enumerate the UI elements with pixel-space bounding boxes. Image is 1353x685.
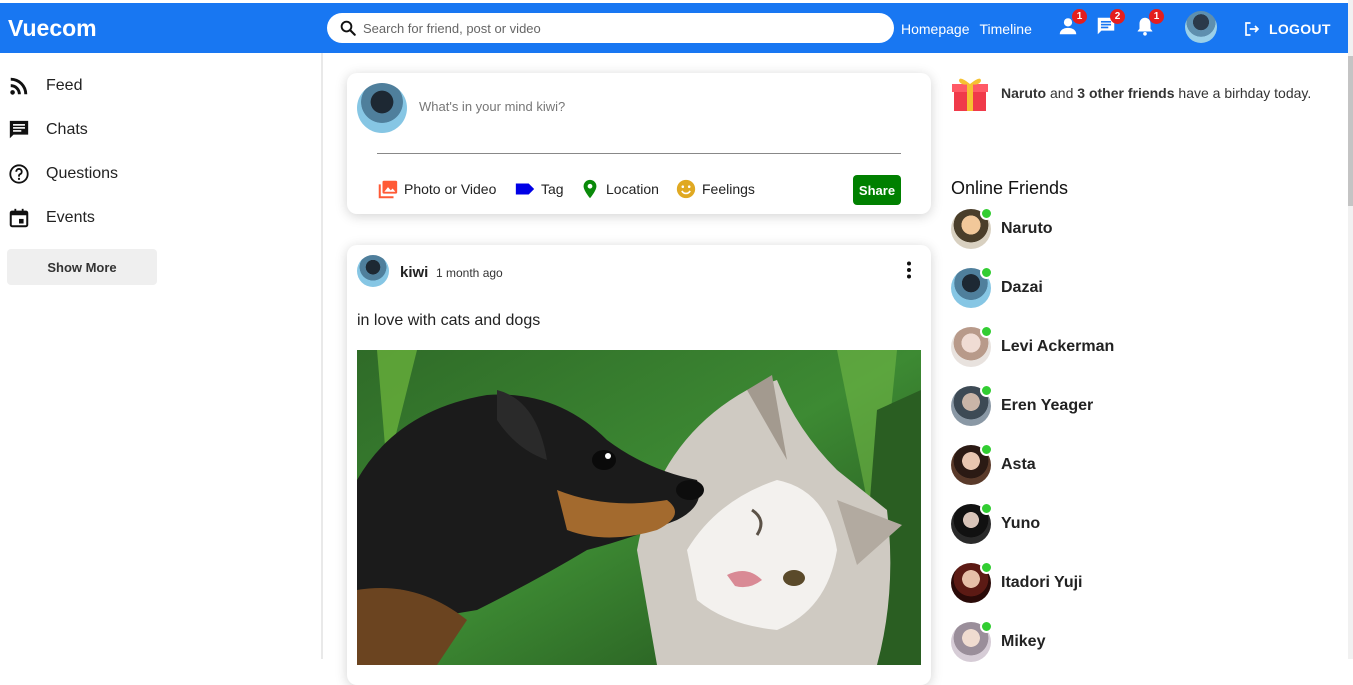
online-indicator: [980, 561, 993, 574]
tag-icon: [515, 183, 535, 195]
status-input[interactable]: [419, 99, 899, 114]
option-label: Tag: [541, 181, 564, 197]
online-friend[interactable]: Eren Yeager: [951, 384, 1094, 426]
friend-requests-badge: 1: [1072, 9, 1087, 24]
post-timestamp: 1 month ago: [436, 266, 503, 280]
smiley-icon: [676, 179, 696, 199]
online-indicator: [980, 443, 993, 456]
feelings-option[interactable]: Feelings: [675, 178, 755, 200]
messages-badge: 2: [1110, 9, 1125, 24]
avatar: [357, 83, 407, 133]
puppy-kitten-photo: [357, 350, 921, 665]
avatar: [951, 325, 993, 367]
left-sidebar: Feed Chats Questions Events Show More: [0, 53, 323, 659]
notifications-button[interactable]: 1: [1134, 9, 1164, 39]
post-text: in love with cats and dogs: [357, 312, 541, 329]
avatar: [951, 384, 993, 426]
divider: [377, 153, 901, 154]
location-option[interactable]: Location: [579, 178, 659, 200]
birthday-notice: Naruto and 3 other friends have a birhda…: [951, 73, 1311, 113]
photo-video-option[interactable]: Photo or Video: [377, 178, 496, 200]
scrollbar-thumb[interactable]: [1348, 56, 1353, 206]
avatar: [951, 266, 993, 308]
friend-name: Mikey: [1001, 633, 1046, 650]
sidebar-item-label: Questions: [46, 165, 119, 182]
online-indicator: [980, 502, 993, 515]
online-indicator: [980, 207, 993, 220]
friend-name: Yuno: [1001, 515, 1041, 532]
friend-name: Itadori Yuji: [1001, 574, 1083, 591]
online-friend[interactable]: Asta: [951, 443, 1036, 485]
online-indicator: [980, 384, 993, 397]
birthday-name[interactable]: Naruto: [1001, 85, 1046, 101]
rss-icon: [10, 77, 28, 95]
online-friend[interactable]: Yuno: [951, 502, 1041, 544]
show-more-button[interactable]: Show More: [7, 249, 157, 285]
sidebar-item-label: Feed: [46, 77, 83, 94]
calendar-icon: [9, 208, 29, 228]
online-indicator: [980, 620, 993, 633]
location-pin-icon: [583, 179, 597, 199]
sidebar-item-questions[interactable]: Questions: [8, 163, 118, 185]
option-label: Feelings: [702, 181, 755, 197]
logout-label: LOGOUT: [1269, 21, 1331, 37]
gift-icon: [952, 78, 988, 111]
sidebar-item-label: Events: [46, 209, 95, 226]
post-image[interactable]: [357, 350, 921, 665]
messages-button[interactable]: 2: [1095, 9, 1125, 39]
birthday-connector: and: [1050, 85, 1074, 101]
share-button[interactable]: Share: [853, 175, 901, 205]
online-indicator: [980, 266, 993, 279]
search-icon: [340, 20, 356, 36]
avatar: [951, 620, 993, 662]
question-icon: [9, 164, 29, 184]
birthday-text: Naruto and 3 other friends have a birhda…: [1001, 85, 1311, 101]
friend-name: Eren Yeager: [1001, 397, 1094, 414]
birthday-others[interactable]: 3 other friends: [1077, 85, 1174, 101]
post-card: kiwi 1 month ago in love with cats and d…: [347, 245, 931, 685]
avatar: [951, 207, 993, 249]
post-username[interactable]: kiwi: [400, 264, 428, 281]
friend-name: Naruto: [1001, 220, 1053, 237]
friend-name: Asta: [1001, 456, 1036, 473]
search-input[interactable]: [363, 20, 863, 36]
option-label: Photo or Video: [404, 181, 497, 197]
more-vert-icon: [907, 261, 911, 279]
app-logo[interactable]: Vuecom: [8, 15, 97, 42]
online-friend[interactable]: Dazai: [951, 266, 1043, 308]
option-label: Location: [606, 181, 659, 197]
online-friend[interactable]: Naruto: [951, 207, 1053, 249]
sidebar-item-chats[interactable]: Chats: [8, 119, 88, 141]
online-friend[interactable]: Mikey: [951, 620, 1046, 662]
online-indicator: [980, 325, 993, 338]
sidebar-item-events[interactable]: Events: [8, 207, 95, 229]
logout-button[interactable]: LOGOUT: [1243, 20, 1331, 38]
search-bar[interactable]: [327, 13, 894, 43]
online-friend[interactable]: Levi Ackerman: [951, 325, 1115, 367]
friend-requests-button[interactable]: 1: [1057, 9, 1087, 39]
timeline-link[interactable]: Timeline: [980, 21, 1032, 37]
user-avatar[interactable]: [1185, 11, 1217, 43]
chat-icon: [9, 120, 29, 139]
avatar[interactable]: [357, 255, 389, 287]
online-friend[interactable]: Itadori Yuji: [951, 561, 1083, 603]
birthday-suffix: have a birhday today.: [1178, 85, 1312, 101]
avatar: [951, 561, 993, 603]
top-navbar: Vuecom Homepage Timeline 1 2 1 LOGOUT: [0, 3, 1348, 53]
more-options-button[interactable]: [899, 260, 919, 280]
logout-icon: [1245, 22, 1260, 36]
notifications-badge: 1: [1149, 9, 1164, 24]
online-friends-title: Online Friends: [951, 178, 1069, 198]
photo-icon: [378, 180, 398, 199]
avatar: [951, 443, 993, 485]
friend-name: Levi Ackerman: [1001, 338, 1115, 355]
tag-option[interactable]: Tag: [514, 178, 564, 200]
share-card: Photo or Video Tag Location Feelings Sha…: [347, 73, 931, 214]
friend-name: Dazai: [1001, 279, 1043, 296]
avatar: [951, 502, 993, 544]
sidebar-item-feed[interactable]: Feed: [8, 75, 82, 97]
sidebar-item-label: Chats: [46, 121, 88, 138]
homepage-link[interactable]: Homepage: [901, 21, 970, 37]
nav-links: Homepage Timeline: [901, 21, 1032, 37]
